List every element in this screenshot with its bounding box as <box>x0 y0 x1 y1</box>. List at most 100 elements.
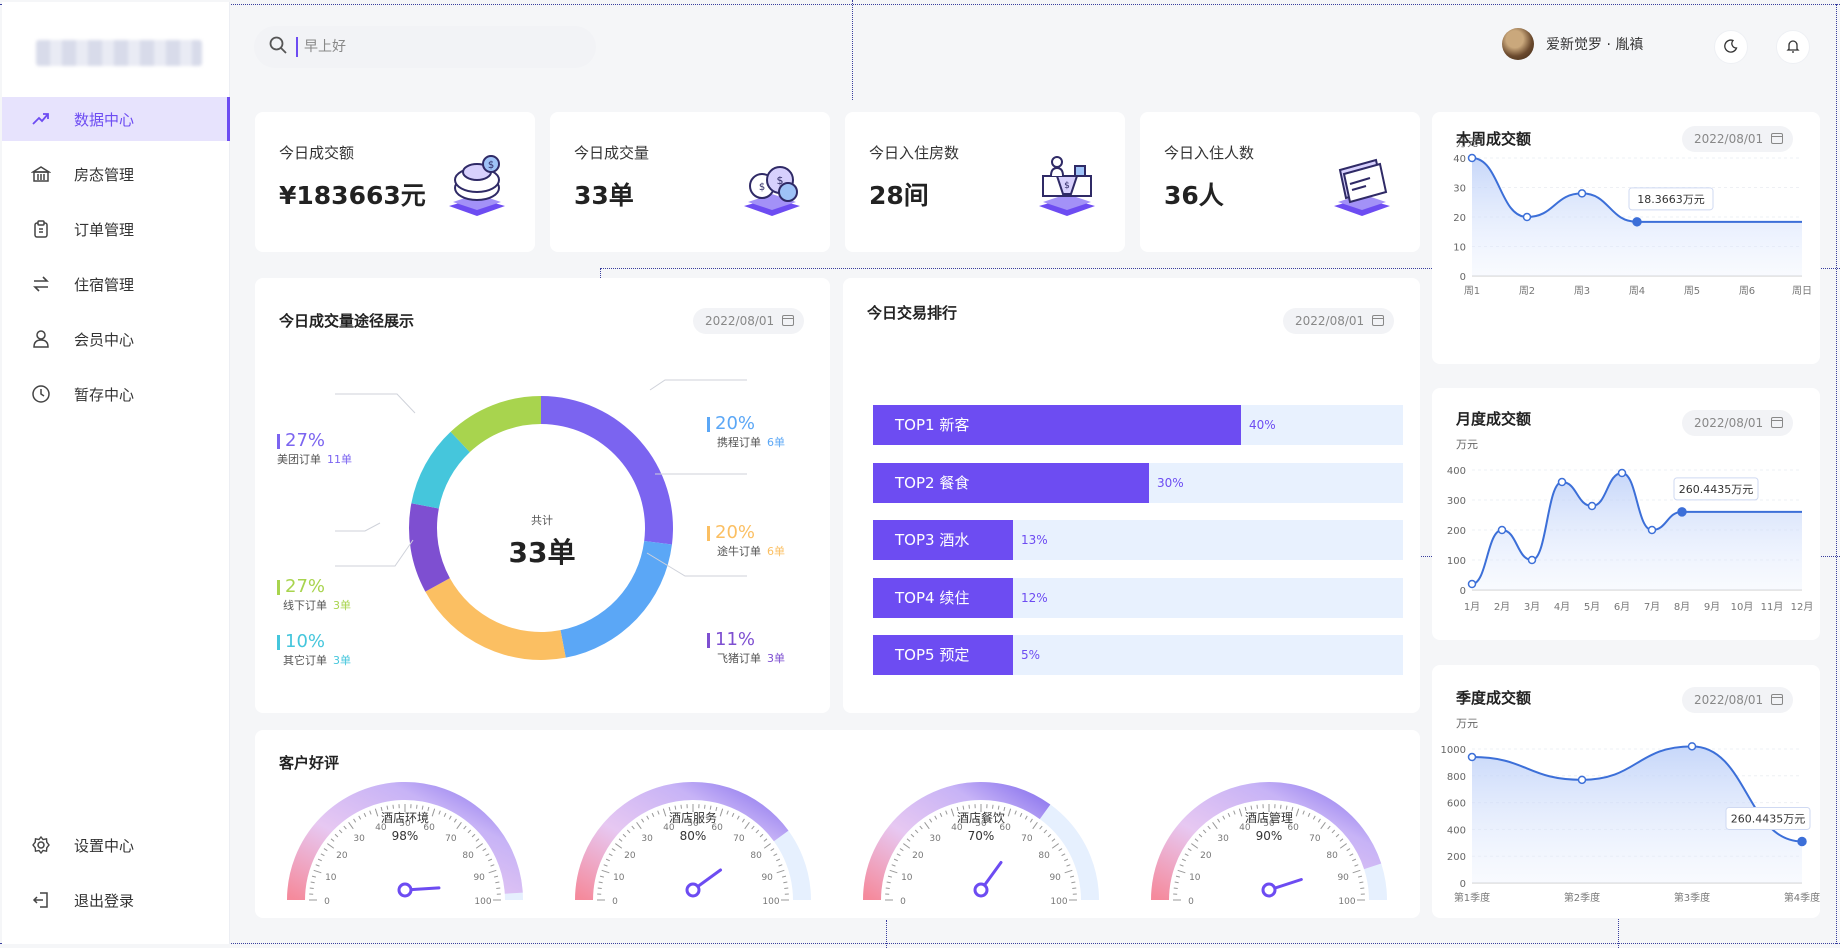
data-point[interactable] <box>1632 217 1642 227</box>
svg-text:$: $ <box>1064 181 1070 191</box>
data-point[interactable] <box>1647 525 1657 535</box>
user-profile[interactable]: 爱新觉罗 · 胤禛 <box>1502 28 1643 60</box>
gauge-tick-label: 80 <box>1326 851 1338 861</box>
y-tick-label: 0 <box>1460 586 1466 597</box>
donut-label-meituan: 27% 美团订单 11单 <box>277 430 352 467</box>
data-point[interactable] <box>1687 742 1697 751</box>
gauge-tick <box>1184 853 1189 857</box>
donut-label-count: 3单 <box>333 599 351 612</box>
stat-card-rooms: 今日入住房数 28间 $ <box>845 112 1125 252</box>
rank-row[interactable]: TOP1 新客 40% <box>873 405 1403 445</box>
y-axis-unit: 万元 <box>1456 136 1478 149</box>
donut-label-pct: 27% <box>277 576 351 597</box>
donut-leader-line <box>335 522 381 532</box>
gauge-tick <box>1227 812 1231 817</box>
data-point[interactable] <box>1617 468 1627 478</box>
sidebar-item-settings[interactable]: 设置中心 <box>2 823 230 867</box>
calendar-icon <box>1372 315 1385 326</box>
gauge-tick <box>1360 887 1365 889</box>
data-point[interactable] <box>1467 752 1477 762</box>
gauge-tick-label: 20 <box>1200 851 1212 861</box>
x-tick-label: 周2 <box>1519 285 1535 297</box>
sidebar-item-storage[interactable]: 暂存中心 <box>2 372 230 416</box>
rank-row[interactable]: TOP3 酒水 13% <box>873 520 1403 560</box>
gauge-tick <box>343 825 347 830</box>
gauge-tick <box>886 881 891 884</box>
gauge-tick <box>1238 808 1243 817</box>
sidebar-item-lodging[interactable]: 住宿管理 <box>2 262 230 306</box>
gauge-tick <box>781 875 787 878</box>
gauge-tick <box>759 833 764 838</box>
sidebar-item-orders[interactable]: 订单管理 <box>2 207 230 251</box>
rank-row[interactable]: TOP4 续住 12% <box>873 577 1403 618</box>
date-picker[interactable]: 2022/08/01 <box>1283 308 1395 334</box>
sidebar-item-label: 退出登录 <box>74 891 135 910</box>
notification-button[interactable] <box>1776 30 1810 64</box>
data-point[interactable] <box>1467 153 1477 163</box>
donut-segment[interactable] <box>425 578 566 660</box>
gauge-tick <box>1047 833 1052 838</box>
y-tick-label: 600 <box>1447 799 1466 810</box>
x-tick-label: 8月 <box>1674 601 1690 613</box>
donut-segment[interactable] <box>450 396 541 453</box>
data-point[interactable] <box>1677 507 1687 517</box>
data-point[interactable] <box>1557 477 1567 487</box>
tooltip-text: 260.4435万元 <box>1731 812 1806 825</box>
avatar[interactable] <box>1502 28 1534 60</box>
data-point[interactable] <box>1522 212 1532 222</box>
ranking-card: 今日交易排行 2022/08/01 TOP1 新客 40% TOP2 餐食 30% TO… <box>843 278 1420 713</box>
sidebar-item-members[interactable]: 会员中心 <box>2 317 230 361</box>
gauge-tick-label: 10 <box>325 873 337 883</box>
gauge-tick <box>1191 843 1199 849</box>
data-point[interactable] <box>1587 501 1597 511</box>
money-stack-icon: $ <box>449 155 505 216</box>
data-point[interactable] <box>1797 836 1807 847</box>
theme-toggle-button[interactable] <box>1714 30 1748 64</box>
sidebar-item-room-status[interactable]: 房态管理 <box>2 152 230 196</box>
rank-row[interactable]: TOP5 预定 5% <box>873 635 1403 675</box>
gauge-tick <box>1339 838 1344 842</box>
search-input[interactable] <box>296 37 576 57</box>
x-tick-label: 6月 <box>1614 601 1630 613</box>
y-axis-unit: 万元 <box>1456 438 1478 451</box>
data-point[interactable] <box>1577 775 1587 785</box>
gauge-tick <box>1064 869 1073 874</box>
gauge-tick <box>889 869 898 874</box>
donut-label-count: 6单 <box>767 545 785 558</box>
gauge-tick <box>1194 838 1199 842</box>
data-point[interactable] <box>1577 189 1587 198</box>
gauge-tick <box>992 804 994 809</box>
gauge-tick <box>1349 853 1354 857</box>
data-point[interactable] <box>1527 555 1537 565</box>
gauge-tick <box>453 818 457 823</box>
gauge-tick <box>1029 818 1033 823</box>
data-point[interactable] <box>1497 525 1507 535</box>
sidebar-item-logout[interactable]: 退出登录 <box>2 878 230 922</box>
search-box[interactable] <box>254 26 596 68</box>
gauge-tick <box>776 858 781 862</box>
gauge-tick <box>608 853 613 857</box>
x-tick-label: 第4季度 <box>1784 891 1820 904</box>
gauge-tick <box>618 838 623 842</box>
gauge-tick <box>353 818 357 823</box>
donut-segment[interactable] <box>411 431 470 509</box>
gauge-tick <box>626 829 631 834</box>
sidebar-item-data-center[interactable]: 数据中心 <box>2 97 230 141</box>
swap-icon <box>30 273 52 295</box>
gauge-tick <box>887 875 893 878</box>
gauge-tick <box>1217 818 1221 823</box>
donut-label-name: 其它订单 <box>283 654 327 667</box>
gauge-tick <box>1346 848 1351 852</box>
sidebar: 数据中心 房态管理 订单管理 住宿管理 会员中心 暂存中心 设置中心 退出登录 <box>2 2 230 944</box>
rank-row[interactable]: TOP2 餐食 30% <box>873 462 1403 503</box>
user-icon <box>30 328 52 350</box>
gauge-tick-label: 30 <box>641 834 653 844</box>
gauge-tick <box>1320 822 1326 830</box>
gauge-pivot <box>1261 882 1277 898</box>
gauge-tick <box>891 864 896 867</box>
gauge-tick <box>731 812 735 817</box>
data-point[interactable] <box>1467 579 1477 589</box>
x-tick-label: 周5 <box>1684 285 1700 297</box>
donut-segment[interactable] <box>409 503 450 592</box>
gauge-tick <box>490 864 495 867</box>
